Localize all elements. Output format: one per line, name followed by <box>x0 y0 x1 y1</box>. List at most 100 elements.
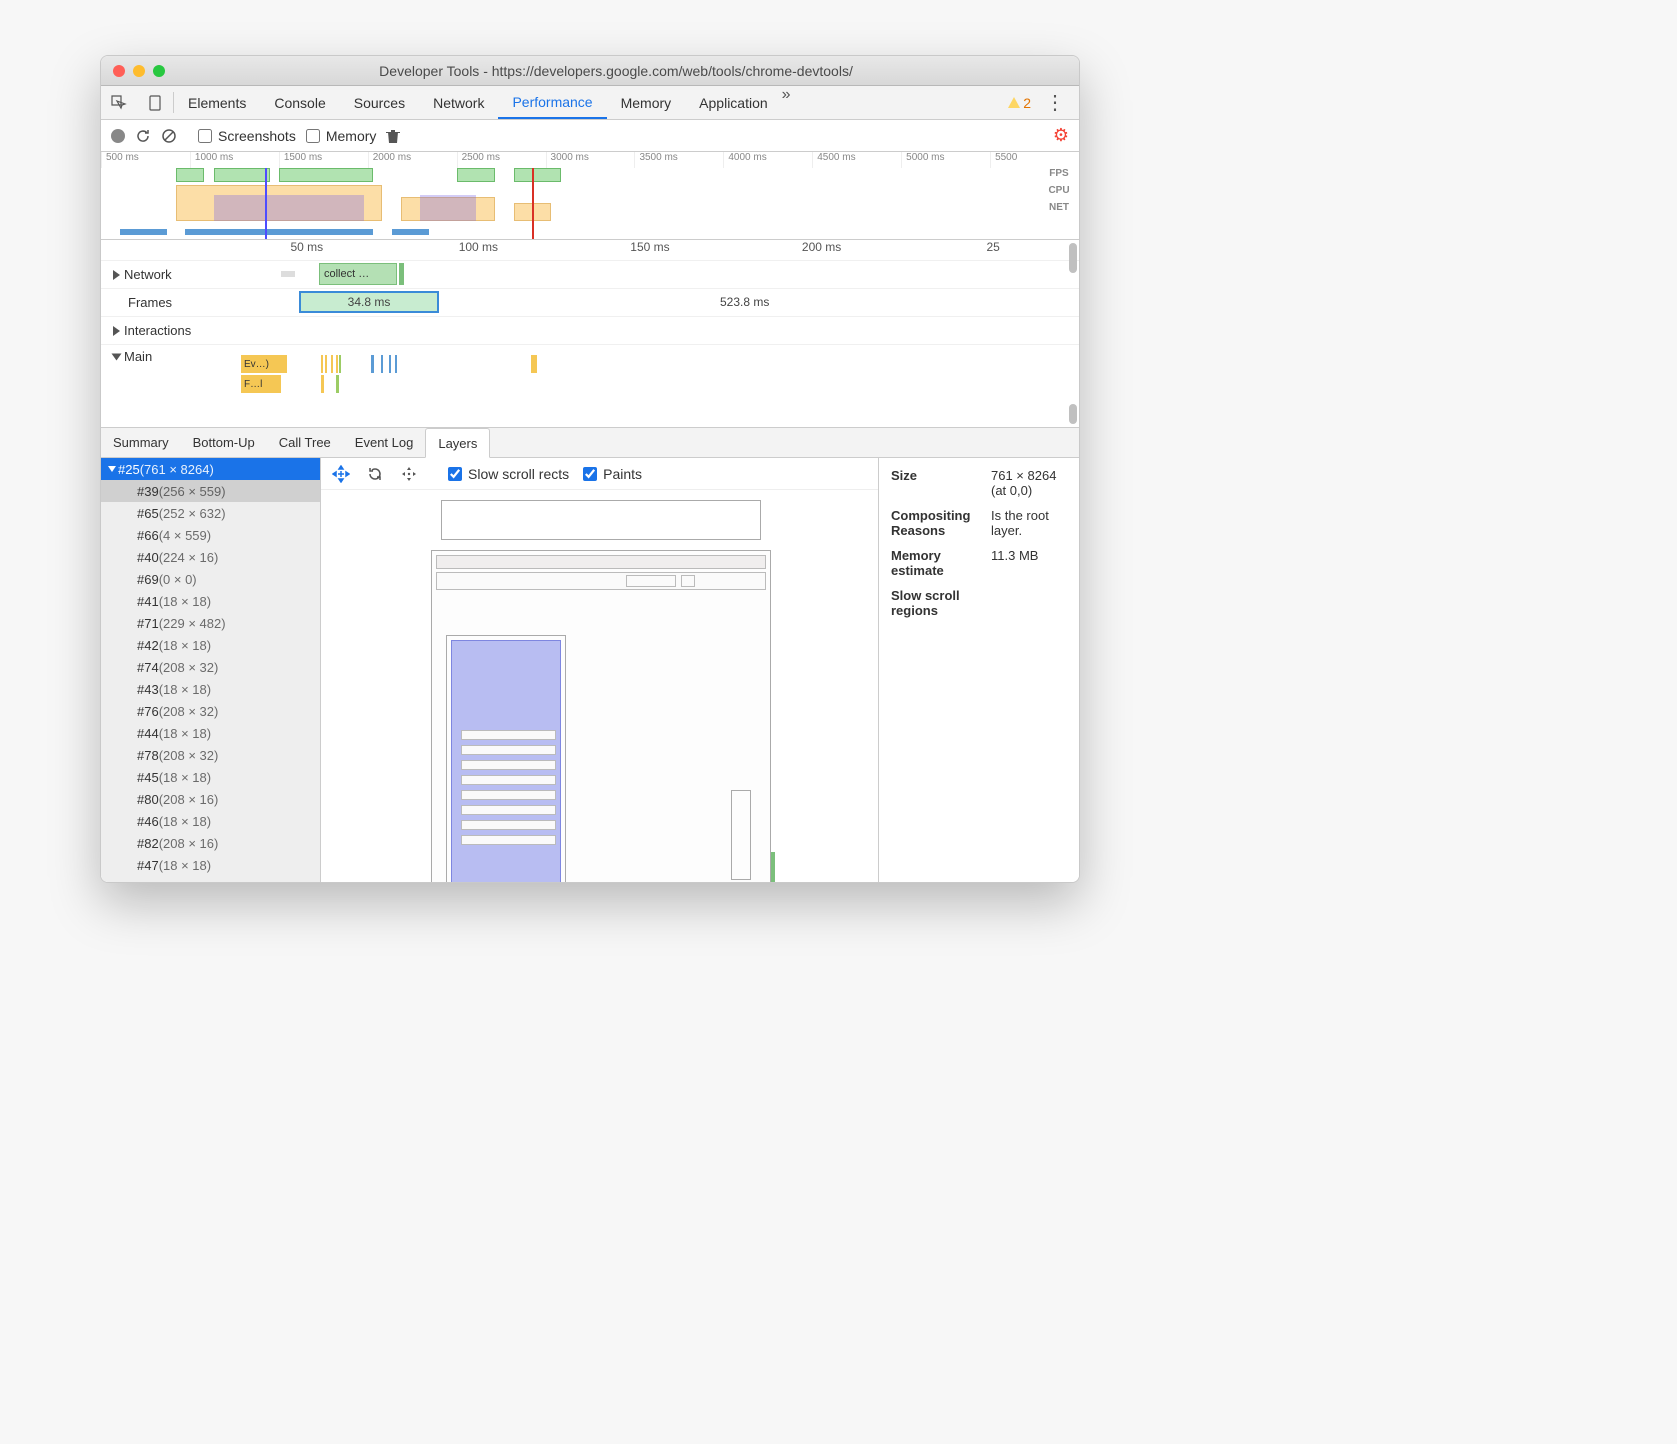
settings-menu-icon[interactable]: ⋮ <box>1045 93 1065 113</box>
layer-row[interactable]: #45(18 × 18) <box>101 766 320 788</box>
layer-row[interactable]: #47(18 × 18) <box>101 854 320 876</box>
network-event[interactable]: collect … <box>319 263 397 285</box>
layer-dimensions: (229 × 482) <box>159 616 226 631</box>
detail-tab-call-tree[interactable]: Call Tree <box>267 428 343 457</box>
tab-application[interactable]: Application <box>685 86 782 119</box>
close-window-button[interactable] <box>113 65 125 77</box>
overview-tick: 4500 ms <box>812 152 901 168</box>
network-track[interactable]: Network collect … <box>101 260 1079 288</box>
detail-tab-summary[interactable]: Summary <box>101 428 181 457</box>
layer-dimensions: (18 × 18) <box>159 726 211 741</box>
tab-elements[interactable]: Elements <box>174 86 260 119</box>
scrollbar-thumb[interactable] <box>1069 404 1077 424</box>
layer-details: Size 761 × 8264 (at 0,0) Compositing Rea… <box>879 458 1079 882</box>
layer-id: #42 <box>137 638 159 653</box>
size-label: Size <box>891 468 991 498</box>
layer-row[interactable]: #46(18 × 18) <box>101 810 320 832</box>
main-track[interactable]: Main Ev…) F…l <box>101 344 1079 414</box>
layer-row[interactable]: #76(208 × 32) <box>101 700 320 722</box>
record-button[interactable] <box>111 129 125 143</box>
layer-id: #44 <box>137 726 159 741</box>
layer-row[interactable]: #82(208 × 16) <box>101 832 320 854</box>
layer-id: #82 <box>137 836 159 851</box>
layer-tree[interactable]: #25(761 × 8264)#39(256 × 559)#65(252 × 6… <box>101 458 321 882</box>
tab-performance[interactable]: Performance <box>498 86 606 119</box>
garbage-collect-icon[interactable] <box>386 128 400 144</box>
layer-row[interactable]: #43(18 × 18) <box>101 678 320 700</box>
layer-row[interactable]: #44(18 × 18) <box>101 722 320 744</box>
overview-tick: 500 ms <box>101 152 190 168</box>
layer-row[interactable]: #41(18 × 18) <box>101 590 320 612</box>
layer-row[interactable]: #74(208 × 32) <box>101 656 320 678</box>
reset-view-icon[interactable] <box>399 464 419 484</box>
scrollbar-thumb[interactable] <box>1069 243 1077 273</box>
interactions-track[interactable]: Interactions <box>101 316 1079 344</box>
layer-row[interactable]: #78(208 × 32) <box>101 744 320 766</box>
more-tabs-icon[interactable]: » <box>782 86 791 119</box>
screenshots-label: Screenshots <box>218 128 296 144</box>
capture-settings-icon[interactable]: ⚙ <box>1053 125 1069 146</box>
layer-dimensions: (208 × 32) <box>159 660 219 675</box>
layer-dimensions: (18 × 18) <box>159 770 211 785</box>
pan-icon[interactable] <box>331 464 351 484</box>
tab-sources[interactable]: Sources <box>340 86 419 119</box>
slow-scroll-regions-value <box>991 588 1067 618</box>
flame-event[interactable]: Ev…) <box>241 355 287 373</box>
layer-dimensions: (208 × 32) <box>159 748 219 763</box>
frame-1[interactable]: 34.8 ms <box>299 291 439 313</box>
layer-id: #40 <box>137 550 159 565</box>
layer-row[interactable]: #71(229 × 482) <box>101 612 320 634</box>
inspect-icon[interactable] <box>101 86 137 119</box>
memory-estimate-value: 11.3 MB <box>991 548 1067 578</box>
layer-row[interactable]: #39(256 × 559) <box>101 480 320 502</box>
layer-row[interactable]: #66(4 × 559) <box>101 524 320 546</box>
slow-scroll-regions-label: Slow scroll regions <box>891 588 991 618</box>
titlebar: Developer Tools - https://developers.goo… <box>101 56 1079 86</box>
layer-id: #45 <box>137 770 159 785</box>
flame-event[interactable]: F…l <box>241 375 281 393</box>
layer-row[interactable]: #42(18 × 18) <box>101 634 320 656</box>
layer-dimensions: (252 × 632) <box>159 506 226 521</box>
paints-checkbox[interactable]: Paints <box>583 466 642 482</box>
overview-tick: 2000 ms <box>368 152 457 168</box>
layer-dimensions: (0 × 0) <box>159 572 197 587</box>
rotate-icon[interactable] <box>365 464 385 484</box>
overview-tick: 5500 <box>990 152 1079 168</box>
window-title: Developer Tools - https://developers.goo… <box>165 63 1067 79</box>
layer-row[interactable]: #25(761 × 8264) <box>101 458 320 480</box>
flame-chart[interactable]: 50 ms100 ms150 ms200 ms25 Network collec… <box>101 240 1079 428</box>
warning-icon <box>1008 97 1020 108</box>
layer-dimensions: (18 × 18) <box>159 814 211 829</box>
layer-row[interactable]: #65(252 × 632) <box>101 502 320 524</box>
timeline-overview[interactable]: 500 ms1000 ms1500 ms2000 ms2500 ms3000 m… <box>101 152 1079 240</box>
tab-network[interactable]: Network <box>419 86 498 119</box>
layer-row[interactable]: #40(224 × 16) <box>101 546 320 568</box>
layer-row[interactable]: #80(208 × 16) <box>101 788 320 810</box>
tab-memory[interactable]: Memory <box>607 86 686 119</box>
detail-tab-layers[interactable]: Layers <box>425 428 490 458</box>
frames-track[interactable]: Frames 34.8 ms 523.8 ms <box>101 288 1079 316</box>
clear-button[interactable] <box>161 128 177 144</box>
detail-tabs: SummaryBottom-UpCall TreeEvent LogLayers <box>101 428 1079 458</box>
detail-tab-event-log[interactable]: Event Log <box>343 428 426 457</box>
reload-button[interactable] <box>135 128 151 144</box>
flame-tick: 150 ms <box>564 240 736 260</box>
detail-tab-bottom-up[interactable]: Bottom-Up <box>181 428 267 457</box>
maximize-window-button[interactable] <box>153 65 165 77</box>
minimize-window-button[interactable] <box>133 65 145 77</box>
layer-id: #76 <box>137 704 159 719</box>
flame-tick: 200 ms <box>736 240 908 260</box>
frame-2[interactable]: 523.8 ms <box>716 292 769 312</box>
layer-row[interactable]: #69(0 × 0) <box>101 568 320 590</box>
device-toggle-icon[interactable] <box>137 86 173 119</box>
slow-scroll-checkbox[interactable]: Slow scroll rects <box>448 466 569 482</box>
layer-dimensions: (18 × 18) <box>159 594 211 609</box>
memory-checkbox[interactable]: Memory <box>306 128 377 144</box>
overview-lane-label: CPU <box>1048 185 1069 196</box>
layer-canvas[interactable] <box>321 490 878 882</box>
warnings-badge[interactable]: 2 <box>1008 95 1031 111</box>
collapse-icon <box>112 353 122 360</box>
tab-console[interactable]: Console <box>260 86 339 119</box>
window-controls <box>113 65 165 77</box>
screenshots-checkbox[interactable]: Screenshots <box>198 128 296 144</box>
